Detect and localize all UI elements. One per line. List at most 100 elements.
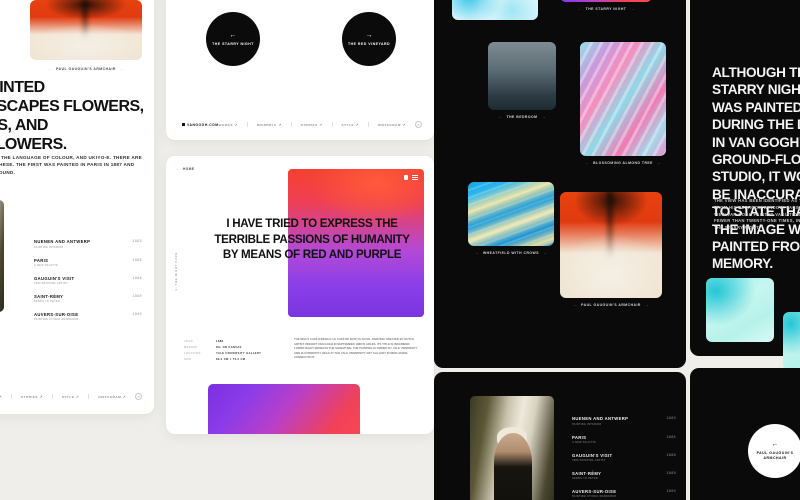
list-item[interactable]: PARIS A NEW PALETTE 1886 [572, 430, 676, 448]
gallery-card[interactable]: ← BLOSSOMING ALMOND TREE → [580, 42, 666, 165]
gallery-artwork-starry-night [560, 0, 652, 2]
play-icon[interactable] [404, 175, 408, 180]
gallery-card[interactable]: ← THE BEDROOM → [488, 42, 556, 119]
left-caption-next-arrow[interactable]: → [120, 66, 124, 71]
armchair-nav-button[interactable]: ← PAUL GAUGUIN'S ARMCHAIR [748, 424, 800, 478]
list-item-name: GAUGUIN'S VISIT [34, 275, 75, 281]
list-item[interactable]: GAUGUIN'S VISIT 1888 PAINTING ARTIST 1888 [34, 271, 142, 289]
arrow-right-icon[interactable]: → [657, 160, 661, 165]
back-label: HOME [183, 166, 195, 171]
list-item[interactable]: NUENEN AND ANTWERP PAINTING INTERIOR 1883 [34, 235, 142, 253]
arrow-right-icon[interactable]: → [541, 114, 545, 119]
arrow-left-icon[interactable]: ← [475, 250, 479, 255]
metadata-value: 1888 [216, 339, 224, 343]
divider [88, 394, 90, 399]
list-item[interactable]: NUENEN AND ANTWERP PAINTING INTERIOR 1883 [572, 412, 676, 430]
footer-link-instagram[interactable]: INSTAGRAM ↗ [98, 395, 126, 399]
list-item[interactable]: AUVERS-SUR-OISE PAINTING STUDIO WANDERER … [572, 485, 676, 500]
list-item-year: 1889 [132, 293, 142, 298]
left-timeline-list: NUENEN AND ANTWERP PAINTING INTERIOR 1883… [34, 235, 142, 326]
brand-name: VANGOGH.COM [187, 122, 219, 127]
right-artwork-primary[interactable] [706, 278, 774, 342]
right-artwork-secondary[interactable] [783, 312, 800, 370]
list-item-sub: PAINTING STUDIO WANDERER [572, 495, 617, 499]
nav-link-label: STORIES [300, 122, 318, 127]
list-item[interactable]: PARIS A NEW PALETTE 1886 [34, 253, 142, 271]
artwork-nav-circles: ← THE STARRY NIGHT → THE RED VINEYARD [206, 12, 396, 66]
nav-link-style[interactable]: STYLE ↗ [342, 123, 359, 127]
metadata-key: SIZE [184, 358, 192, 362]
gallery-caption: ← THE BEDROOM → [488, 114, 556, 119]
left-footer-nav: WORKS↗ DRIBBBLE↗ STORIES↗ STYLE↗ INSTAGR… [0, 393, 142, 400]
arrow-left-icon[interactable]: ← [585, 160, 589, 165]
quote-detail-panel: ← HOME 1. THE NIGHT CAFE I HAVE TRIED TO… [166, 156, 434, 434]
artwork-controls [404, 175, 418, 180]
left-caption-prev-arrow[interactable]: ← [48, 66, 52, 71]
arrow-right-icon: → [365, 31, 373, 39]
arrow-left-icon: ← [176, 166, 180, 171]
list-item[interactable]: AUVERS-SUR-OISE PAINTING STUDIO WANDERER … [34, 308, 142, 326]
list-item-year: 1889 [666, 470, 676, 475]
arrow-right-icon[interactable]: → [645, 302, 649, 307]
brand-logo[interactable]: VANGOGH.COM [182, 123, 219, 127]
list-item[interactable]: SAINT-RÉMY SENDS TO PETER 1889 [572, 467, 676, 485]
footer-link-dribbble[interactable]: DRIBBBLE↗ [0, 395, 2, 399]
nav-link-label: DRIBBBLE [256, 122, 277, 127]
left-hero-artwork[interactable] [30, 0, 142, 60]
gallery-card[interactable] [452, 0, 538, 20]
back-to-home-link[interactable]: ← HOME [176, 166, 195, 171]
arrow-up-right-icon: ↗ [122, 394, 126, 399]
gallery-card[interactable]: ← PAUL GAUGUIN'S ARMCHAIR → [560, 192, 662, 307]
gallery-artwork-irises [452, 0, 538, 20]
vertical-artwork-label: 1. THE NIGHT CAFE [174, 252, 178, 291]
left-caption-text: PAUL GAUGUIN'S ARMCHAIR [56, 66, 116, 71]
list-item-name: NUENEN AND ANTWERP [34, 239, 91, 245]
portrait-figure-shape [493, 432, 533, 500]
divider [246, 122, 248, 127]
nav-link-instagram[interactable]: INSTAGRAM ↗ [378, 123, 406, 127]
portrait-photo [470, 396, 554, 500]
portrait-timeline-panel: NUENEN AND ANTWERP PAINTING INTERIOR 1883… [434, 372, 686, 500]
next-artwork-button[interactable]: → THE RED VINEYARD [342, 12, 396, 66]
scroll-top-icon[interactable]: ↗ [135, 393, 142, 400]
list-item-year: 1890 [132, 312, 142, 317]
nav-link-works[interactable]: WORKS ↗ [219, 123, 238, 127]
gallery-card[interactable]: ← THE STARRY NIGHT → [560, 0, 652, 11]
left-portrait-photo [0, 200, 4, 312]
quote-bottom-artwork[interactable] [208, 384, 360, 434]
scroll-top-icon[interactable]: ↗ [414, 121, 422, 128]
arrow-up-right-icon: ↗ [75, 394, 80, 399]
metadata-key: LOCATION [184, 351, 201, 355]
arrow-left-icon[interactable]: ← [499, 114, 503, 119]
list-item-year: 1888 [132, 275, 142, 280]
list-item-sub: PAINTING INTERIOR [572, 422, 602, 426]
footer-link-label: STYLE [61, 394, 75, 399]
arrow-right-icon[interactable]: → [630, 6, 634, 11]
arrow-up-right-icon: ↗ [234, 122, 238, 127]
top-panel-footer: VANGOGH.COM WORKS ↗ DRIBBBLE ↗ STORIES ↗ ST… [182, 121, 422, 128]
arrow-up-right-icon: ↗ [278, 122, 282, 127]
list-item-name: AUVERS-SUR-OISE [572, 489, 617, 495]
list-item-year: 1886 [132, 257, 142, 262]
nav-link-dribbble[interactable]: DRIBBBLE ↗ [257, 123, 282, 127]
footer-link-stories[interactable]: STORIES ↗ [21, 395, 43, 399]
nav-link-stories[interactable]: STORIES ↗ [301, 123, 323, 127]
footer-link-label: INSTAGRAM [98, 394, 122, 399]
gallery-card[interactable]: ← WHEATFIELD WITH CROWS → [468, 182, 554, 255]
menu-icon[interactable] [412, 175, 418, 180]
gallery-artwork-wheatfield [468, 182, 554, 246]
list-item[interactable]: SAINT-RÉMY SENDS TO PETER 1889 [34, 290, 142, 308]
list-item-sub: 1888 PAINTING ARTIST [34, 282, 68, 286]
arrow-left-icon[interactable]: ← [573, 302, 577, 307]
footer-link-label: STORIES [20, 394, 38, 399]
top-navigation-panel: ← THE STARRY NIGHT → THE RED VINEYARD VA… [166, 0, 434, 140]
gallery-panel: ← THE STARRY NIGHT → ← THE BEDROOM → ← B… [434, 0, 686, 368]
armchair-nav-label: PAUL GAUGUIN'S ARMCHAIR [756, 451, 794, 460]
gallery-artwork-bedroom [488, 42, 556, 110]
arrow-up-right-icon: ↗ [355, 122, 359, 127]
arrow-right-icon[interactable]: → [543, 250, 547, 255]
arrow-left-icon[interactable]: ← [578, 6, 582, 11]
footer-link-style[interactable]: STYLE ↗ [62, 395, 79, 399]
list-item[interactable]: GAUGUIN'S VISIT 1888 PAINTING ARTIST 1888 [572, 448, 676, 466]
prev-artwork-button[interactable]: ← THE STARRY NIGHT [206, 12, 260, 66]
